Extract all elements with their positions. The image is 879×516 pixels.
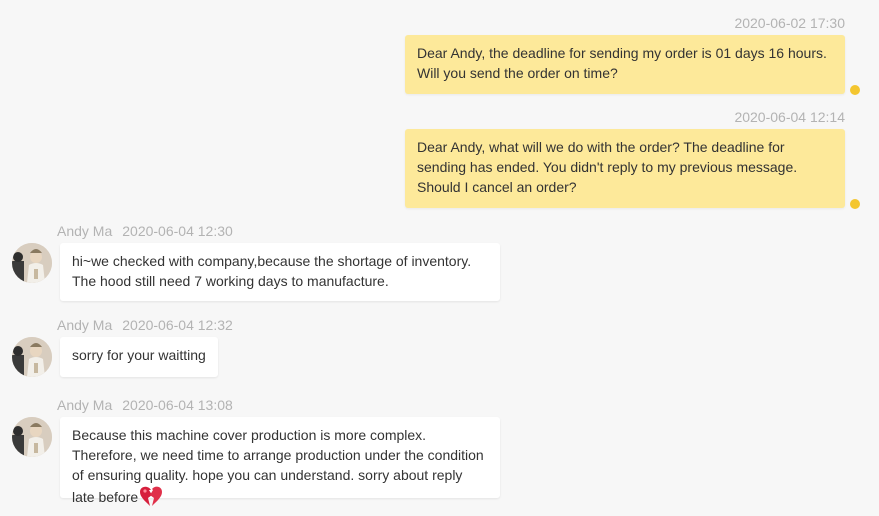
message-timestamp: 2020-06-04 12:32 <box>122 317 233 333</box>
avatar-image <box>12 417 52 457</box>
message-meta: Andy Ma 2020-06-04 13:08 <box>57 397 233 413</box>
outgoing-message-bubble: Dear Andy, what will we do with the orde… <box>405 129 845 208</box>
avatar[interactable] <box>12 417 52 457</box>
incoming-message-bubble: hi~we checked with company,because the s… <box>60 243 500 301</box>
message-meta: Andy Ma 2020-06-04 12:30 <box>57 223 233 239</box>
message-text: Dear Andy, the deadline for sending my o… <box>417 45 827 81</box>
sender-name: Andy Ma <box>57 317 113 333</box>
message-text: Because this machine cover production is… <box>72 427 484 505</box>
unread-status-dot <box>850 199 860 209</box>
incoming-message-bubble: sorry for your waitting <box>60 337 218 377</box>
message-timestamp: 2020-06-02 17:30 <box>734 15 845 31</box>
avatar-image <box>12 243 52 283</box>
message-timestamp: 2020-06-04 13:08 <box>122 397 233 413</box>
message-timestamp: 2020-06-04 12:30 <box>122 223 233 239</box>
avatar-image <box>12 337 52 377</box>
message-text: Dear Andy, what will we do with the orde… <box>417 139 798 195</box>
chat-thread: 2020-06-02 17:30 Dear Andy, the deadline… <box>0 0 879 516</box>
broken-heart-icon <box>140 486 163 506</box>
outgoing-message-bubble: Dear Andy, the deadline for sending my o… <box>405 35 845 94</box>
avatar[interactable] <box>12 337 52 377</box>
avatar[interactable] <box>12 243 52 283</box>
incoming-message-bubble: Because this machine cover production is… <box>60 417 500 506</box>
sender-name: Andy Ma <box>57 223 113 239</box>
unread-status-dot <box>850 85 860 95</box>
message-meta: Andy Ma 2020-06-04 12:32 <box>57 317 233 333</box>
sender-name: Andy Ma <box>57 397 113 413</box>
message-text: sorry for your waitting <box>72 347 206 363</box>
message-timestamp: 2020-06-04 12:14 <box>734 109 845 125</box>
message-text: hi~we checked with company,because the s… <box>72 253 472 289</box>
